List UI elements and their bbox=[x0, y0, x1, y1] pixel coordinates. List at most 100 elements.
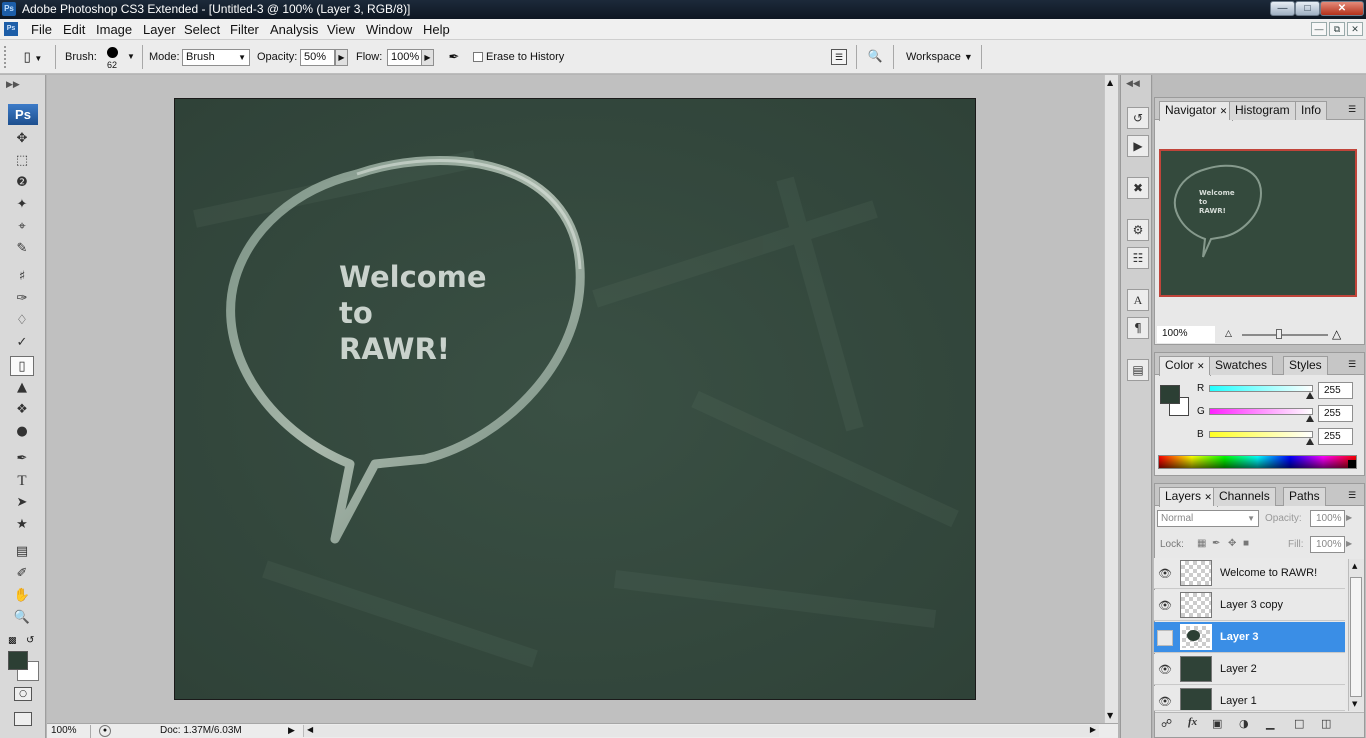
new-layer-icon[interactable]: □ bbox=[1294, 717, 1304, 730]
scroll-down-icon[interactable]: ▼ bbox=[1352, 700, 1357, 708]
pen-tool-icon[interactable]: ✒ bbox=[10, 449, 34, 469]
zoom-out-icon[interactable]: △ bbox=[1225, 329, 1232, 339]
layer-row-selected[interactable]: Layer 3 bbox=[1154, 622, 1345, 653]
hand-tool-icon[interactable]: ✋ bbox=[10, 586, 34, 606]
brush-tool-icon[interactable]: ✑ bbox=[10, 289, 34, 309]
close-icon[interactable]: ✕ bbox=[1220, 106, 1228, 116]
spectrum-black[interactable] bbox=[1348, 460, 1356, 468]
custom-shape-tool-icon[interactable]: ★ bbox=[10, 515, 34, 535]
horizontal-scrollbar[interactable]: ◀ ▶ bbox=[303, 725, 1099, 737]
fx-icon[interactable]: fx bbox=[1188, 716, 1197, 728]
lock-all-icon[interactable]: ■ bbox=[1243, 538, 1249, 549]
tab-navigator[interactable]: Navigator ✕ bbox=[1159, 101, 1234, 121]
panel-menu-icon[interactable]: ☰ bbox=[1348, 491, 1356, 501]
tab-styles[interactable]: Styles bbox=[1283, 356, 1328, 375]
add-mask-icon[interactable]: ▣ bbox=[1212, 717, 1222, 730]
brush-dropdown-icon[interactable]: ▼ bbox=[127, 52, 135, 61]
channel-g-slider[interactable] bbox=[1209, 408, 1313, 415]
scroll-right-icon[interactable]: ▶ bbox=[1090, 725, 1096, 734]
type-tool-icon[interactable]: T bbox=[10, 471, 34, 491]
eyedropper-tool-icon[interactable]: ✐ bbox=[10, 564, 34, 584]
blend-mode-select[interactable]: Normal ▼ bbox=[1157, 510, 1259, 527]
layer-row[interactable]: 👁 Welcome to RAWR! bbox=[1154, 558, 1345, 589]
panel-menu-icon[interactable]: ☰ bbox=[1348, 105, 1356, 115]
layers-scrollbar[interactable]: ▲ ▼ bbox=[1348, 559, 1364, 711]
slice-tool-icon[interactable]: ✎ bbox=[10, 239, 34, 259]
flow-slider-button[interactable]: ▶ bbox=[421, 49, 434, 66]
eraser-tool-icon[interactable]: ▯ bbox=[10, 356, 34, 376]
new-group-icon[interactable]: ▁ bbox=[1266, 717, 1274, 730]
collapse-toolbox-icon[interactable]: ▶▶ bbox=[6, 80, 20, 90]
scroll-left-icon[interactable]: ◀ bbox=[307, 725, 313, 734]
tab-histogram[interactable]: Histogram bbox=[1229, 101, 1296, 120]
screen-mode-icon[interactable] bbox=[14, 712, 32, 726]
menu-file[interactable]: File bbox=[31, 22, 52, 37]
fill-input[interactable]: 100% bbox=[1310, 536, 1345, 553]
channel-r-thumb[interactable] bbox=[1306, 392, 1314, 399]
status-menu-icon[interactable]: ● bbox=[99, 725, 111, 737]
tab-layers[interactable]: Layers ✕ bbox=[1159, 487, 1218, 507]
menu-edit[interactable]: Edit bbox=[63, 22, 85, 37]
tool-preset-picker[interactable]: ▯ ▼ bbox=[16, 48, 50, 66]
scroll-up-icon[interactable]: ▲ bbox=[1107, 78, 1113, 87]
lock-pixels-icon[interactable]: ✒ bbox=[1212, 538, 1220, 549]
adjustment-layer-icon[interactable]: ◑ bbox=[1239, 717, 1249, 730]
marquee-tool-icon[interactable]: ⬚ bbox=[10, 151, 34, 171]
scroll-down-icon[interactable]: ▼ bbox=[1107, 711, 1113, 720]
magic-wand-tool-icon[interactable]: ✦ bbox=[10, 195, 34, 215]
menu-select[interactable]: Select bbox=[184, 22, 220, 37]
lasso-tool-icon[interactable]: ❷ bbox=[10, 173, 34, 193]
channel-g-input[interactable]: 255 bbox=[1318, 405, 1353, 422]
history-panel-icon[interactable]: ↺ bbox=[1127, 107, 1149, 129]
lock-transparency-icon[interactable]: ▦ bbox=[1197, 538, 1206, 549]
zoom-in-icon[interactable]: △ bbox=[1332, 327, 1341, 341]
eye-icon[interactable]: 👁 bbox=[1157, 694, 1173, 710]
opacity-arrow-icon[interactable]: ▶ bbox=[1346, 513, 1352, 522]
tab-channels[interactable]: Channels bbox=[1213, 487, 1276, 506]
layer-row[interactable]: 👁 Layer 1 bbox=[1154, 686, 1345, 711]
airbrush-icon[interactable]: ✒ bbox=[444, 49, 464, 67]
history-brush-tool-icon[interactable]: ✓ bbox=[10, 333, 34, 353]
mode-select[interactable]: Brush ▼ bbox=[182, 49, 250, 66]
path-selection-tool-icon[interactable]: ➤ bbox=[10, 493, 34, 513]
paragraph-panel-icon[interactable]: ¶ bbox=[1127, 317, 1149, 339]
notes-tool-icon[interactable]: ▤ bbox=[10, 542, 34, 562]
dodge-tool-icon[interactable]: ● bbox=[10, 422, 34, 442]
actions-panel-icon[interactable]: ▶ bbox=[1127, 135, 1149, 157]
doc-minimize-button[interactable]: — bbox=[1311, 22, 1327, 36]
eye-icon[interactable]: 👁 bbox=[1157, 566, 1173, 582]
menu-view[interactable]: View bbox=[327, 22, 355, 37]
zoom-field[interactable]: 100% bbox=[51, 725, 91, 738]
color-foreground-swatch[interactable] bbox=[1160, 385, 1180, 404]
tab-info[interactable]: Info bbox=[1295, 101, 1328, 120]
document-canvas[interactable]: Welcome to RAWR! bbox=[174, 98, 976, 700]
navigator-zoom-slider[interactable] bbox=[1242, 334, 1328, 336]
tab-color[interactable]: Color ✕ bbox=[1159, 356, 1211, 376]
panel-menu-icon[interactable]: ☰ bbox=[1348, 360, 1356, 370]
channel-r-input[interactable]: 255 bbox=[1318, 382, 1353, 399]
erase-history-checkbox[interactable] bbox=[473, 52, 483, 62]
paint-bucket-tool-icon[interactable]: ▲ bbox=[10, 378, 34, 398]
quick-mask-icon[interactable]: ○ bbox=[14, 687, 32, 701]
channel-b-slider[interactable] bbox=[1209, 431, 1313, 438]
brush-preview-icon[interactable] bbox=[107, 47, 118, 58]
channel-b-input[interactable]: 255 bbox=[1318, 428, 1353, 445]
healing-brush-tool-icon[interactable]: ♯ bbox=[10, 267, 34, 287]
blur-tool-icon[interactable]: ❖ bbox=[10, 400, 34, 420]
close-icon[interactable]: ✕ bbox=[1197, 361, 1205, 371]
flow-input[interactable]: 100% bbox=[387, 49, 422, 66]
opacity-slider-button[interactable]: ▶ bbox=[335, 49, 348, 66]
layer-opacity-input[interactable]: 100% bbox=[1310, 510, 1345, 527]
eye-icon[interactable]: 👁 bbox=[1157, 598, 1173, 614]
clone-source-panel-icon[interactable]: ⚙ bbox=[1127, 219, 1149, 241]
menu-image[interactable]: Image bbox=[96, 22, 132, 37]
navigator-zoom-input[interactable]: 100% bbox=[1157, 326, 1215, 343]
vertical-scrollbar[interactable]: ▲ ▼ bbox=[1104, 75, 1118, 723]
link-layers-icon[interactable]: ☍ bbox=[1161, 717, 1172, 730]
tool-presets-panel-icon[interactable]: ✖ bbox=[1127, 177, 1149, 199]
fill-arrow-icon[interactable]: ▶ bbox=[1346, 539, 1352, 548]
options-grip[interactable] bbox=[4, 46, 10, 68]
layer-comps-panel-icon[interactable]: ☷ bbox=[1127, 247, 1149, 269]
opacity-input[interactable]: 50% bbox=[300, 49, 335, 66]
menu-analysis[interactable]: Analysis bbox=[270, 22, 318, 37]
